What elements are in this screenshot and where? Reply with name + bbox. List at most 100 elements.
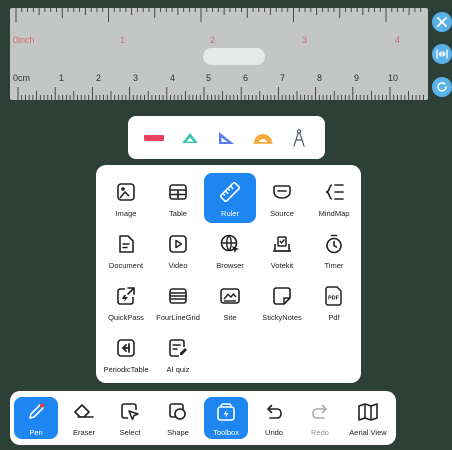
tool-label: Table — [169, 209, 187, 218]
ruler-cm-label: 0cm — [13, 73, 31, 83]
ruler-inch-mark: 2 — [210, 35, 216, 45]
pdf-icon: PDF — [325, 286, 342, 306]
tool-label: Pdf — [328, 313, 340, 322]
close-icon — [437, 17, 447, 27]
votekit-icon — [273, 236, 291, 252]
image-icon — [117, 183, 135, 201]
straight-ruler-option[interactable] — [141, 125, 167, 151]
rotate-ruler-button[interactable] — [432, 77, 452, 97]
compass-option[interactable] — [286, 125, 312, 151]
eraser-icon — [74, 404, 94, 418]
tool-ai-quiz[interactable]: AI quiz — [152, 329, 204, 379]
document-icon — [119, 235, 134, 253]
tool-four-line-grid[interactable]: FourLineGrid — [152, 277, 204, 327]
triangle-45-icon — [182, 132, 199, 143]
ruler-inch-label: 0inch — [13, 35, 35, 45]
tool-image[interactable]: Image — [100, 173, 152, 223]
protractor-icon — [253, 133, 273, 144]
pen-button[interactable]: Pen — [14, 397, 58, 439]
toolbar-label: Undo — [265, 428, 283, 437]
triangle-30-60-icon — [219, 131, 235, 144]
triangle-45-option[interactable] — [177, 125, 203, 151]
tool-label: Video — [168, 261, 188, 270]
toolbox-panel: Image Table Ruler Source MindMap Documen… — [96, 165, 361, 383]
tool-label: MindMap — [318, 209, 350, 218]
ruler-inch-mark: 4 — [395, 35, 401, 45]
eraser-button[interactable]: Eraser — [62, 397, 106, 439]
redo-icon — [312, 404, 327, 419]
ruler-cm-mark: 10 — [388, 73, 399, 83]
browser-icon — [220, 234, 239, 253]
toolbox-icon — [217, 403, 235, 421]
tool-label: FourLineGrid — [156, 313, 200, 322]
tool-source[interactable]: Source — [256, 173, 308, 223]
site-icon — [220, 288, 240, 304]
tool-label: Image — [115, 209, 137, 218]
ruler-cm-mark: 4 — [170, 73, 176, 83]
toolbar-label: Redo — [311, 428, 329, 437]
timer-icon — [326, 234, 342, 254]
tool-table[interactable]: Table — [152, 173, 204, 223]
tool-periodic-table[interactable]: PeriodicTable — [100, 329, 152, 379]
ruler-inch-mark: 1 — [120, 35, 126, 45]
redo-button[interactable]: Redo — [298, 397, 342, 439]
source-icon — [273, 185, 291, 199]
width-adjust-icon — [436, 49, 448, 59]
compass-icon — [293, 128, 305, 147]
tool-quickpass[interactable]: QuickPass — [100, 277, 152, 327]
toolbar-label: Aerial View — [349, 428, 387, 437]
tool-votekit[interactable]: Votekit — [256, 225, 308, 275]
ruler-tool[interactable]: 0inch 1 2 3 4 0cm 1 2 3 4 5 6 7 8 9 10 — [10, 8, 428, 100]
ruler-drag-handle[interactable] — [203, 48, 265, 65]
ruler-cm-mark: 2 — [96, 73, 102, 83]
toolbar-label: Shape — [167, 428, 189, 437]
tool-site[interactable]: Site — [204, 277, 256, 327]
tool-mindmap[interactable]: MindMap — [308, 173, 360, 223]
tool-label: Votekit — [270, 261, 294, 270]
width-adjust-button[interactable] — [432, 44, 452, 64]
pen-icon — [29, 403, 44, 419]
tool-document[interactable]: Document — [100, 225, 152, 275]
toolbar-label: Eraser — [72, 428, 96, 437]
tool-sticky-notes[interactable]: StickyNotes — [256, 277, 308, 327]
tool-label: Browser — [216, 261, 244, 270]
tool-label: Site — [223, 313, 237, 322]
select-icon — [121, 403, 139, 421]
ruler-cm-mark: 6 — [243, 73, 249, 83]
tool-label: Timer — [324, 261, 344, 270]
four-line-grid-icon — [169, 288, 187, 304]
undo-icon — [267, 404, 282, 419]
toolbox-button[interactable]: Toolbox — [204, 397, 248, 439]
tool-pdf[interactable]: PDF Pdf — [308, 277, 360, 327]
straight-ruler-icon — [144, 134, 165, 141]
undo-button[interactable]: Undo — [252, 397, 296, 439]
mindmap-icon — [325, 184, 344, 200]
select-button[interactable]: Select — [108, 397, 152, 439]
bottom-toolbar: Pen Eraser Select Shape Toolbox Undo Red… — [10, 391, 396, 445]
ruler-cm-mark: 8 — [317, 73, 323, 83]
triangle-30-60-option[interactable] — [213, 125, 239, 151]
tool-ruler[interactable]: Ruler — [204, 173, 256, 223]
tool-label: Document — [108, 261, 144, 270]
tool-video[interactable]: Video — [152, 225, 204, 275]
video-icon — [169, 235, 187, 253]
table-icon — [169, 184, 187, 200]
protractor-option[interactable] — [250, 125, 276, 151]
tool-browser[interactable]: Browser — [204, 225, 256, 275]
ruler-cm-mark: 9 — [354, 73, 360, 83]
ruler-inch-mark: 3 — [302, 35, 308, 45]
aerial-view-button[interactable]: Aerial View — [344, 397, 392, 439]
tool-label: StickyNotes — [262, 313, 302, 322]
ruler-cm-mark: 7 — [280, 73, 286, 83]
ruler-cm-mark: 3 — [133, 73, 139, 83]
ruler-type-selector — [128, 116, 325, 159]
periodic-table-icon — [117, 339, 135, 357]
tool-timer[interactable]: Timer — [308, 225, 360, 275]
toolbar-label: Select — [119, 428, 141, 437]
ai-quiz-icon — [169, 339, 187, 357]
close-ruler-button[interactable] — [432, 12, 452, 32]
tool-label: AI quiz — [166, 365, 190, 374]
shape-button[interactable]: Shape — [156, 397, 200, 439]
ruler-icon — [220, 182, 240, 202]
aerial-view-icon — [358, 403, 378, 421]
